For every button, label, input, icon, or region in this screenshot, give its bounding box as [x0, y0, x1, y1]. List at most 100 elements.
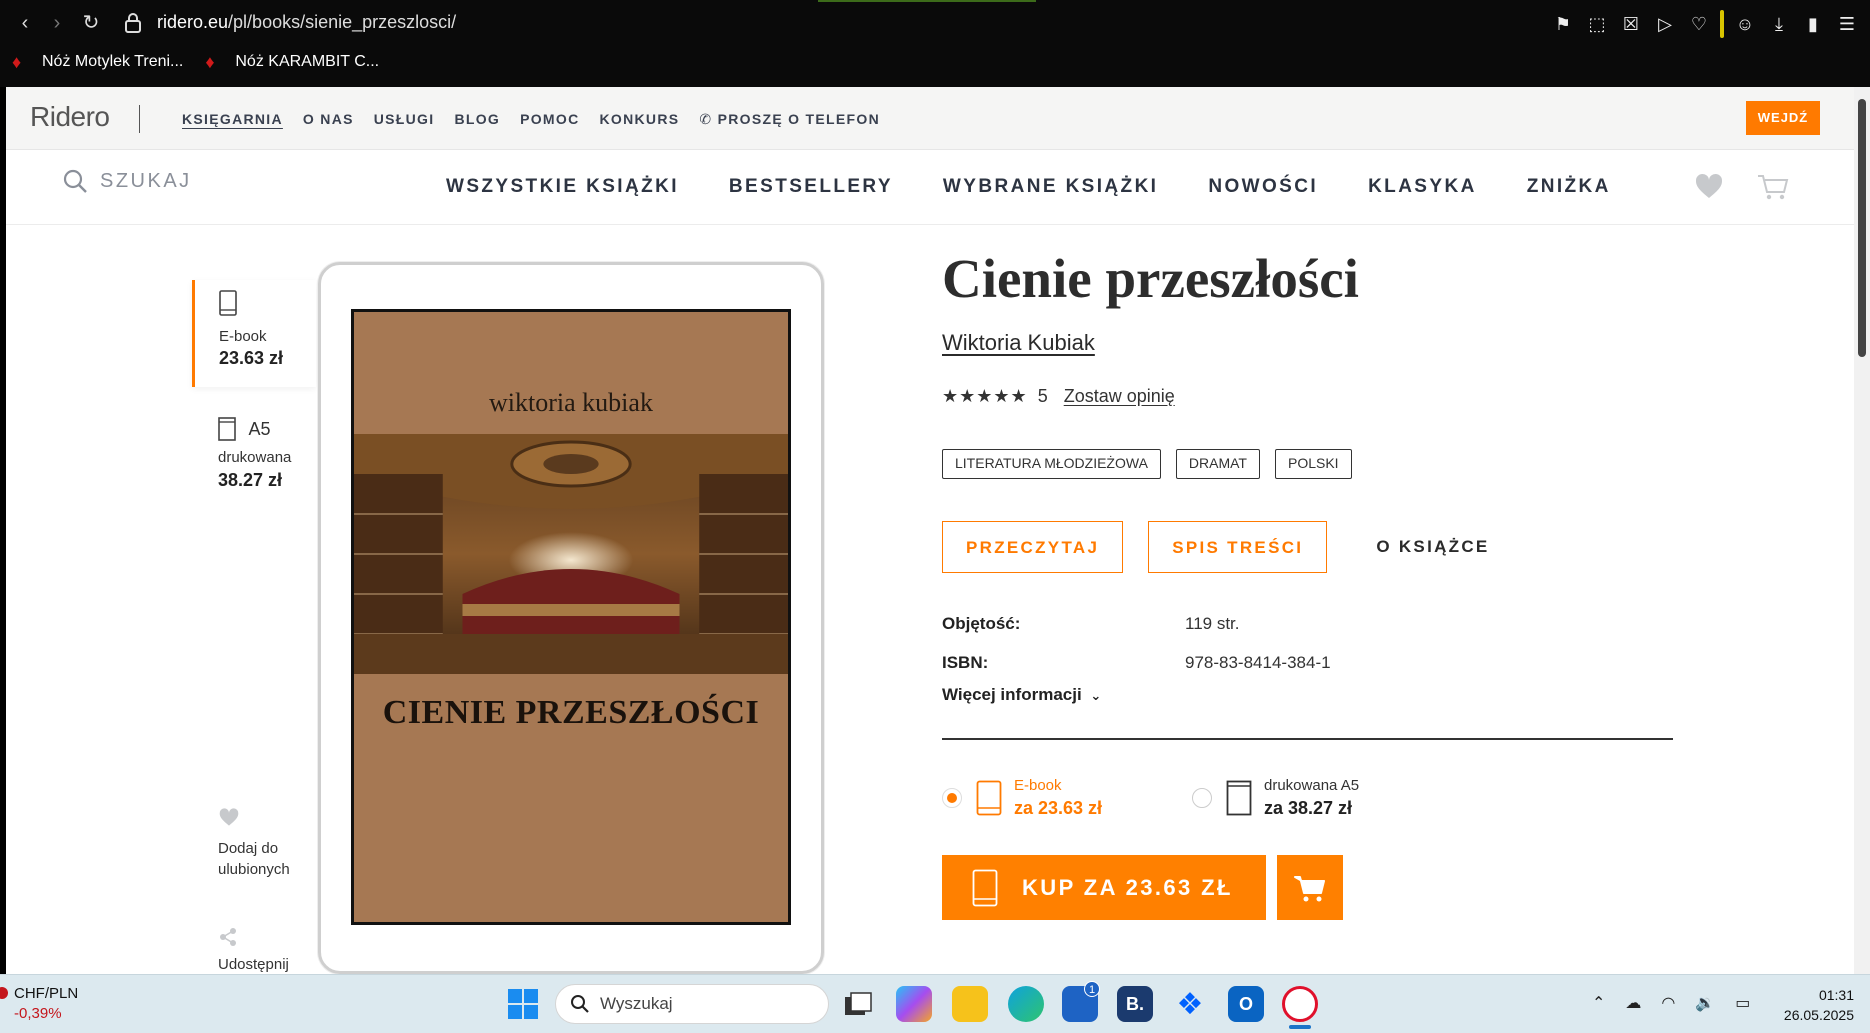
- reload-icon[interactable]: ↻: [78, 10, 104, 36]
- more-info-toggle[interactable]: Więcej informacji ⌄: [942, 685, 1101, 705]
- cat-selected[interactable]: WYBRANE KSIĄŻKI: [943, 176, 1158, 198]
- file-explorer-icon[interactable]: [952, 986, 988, 1022]
- page-scrollbar[interactable]: [1854, 87, 1870, 974]
- login-button[interactable]: WEJDŹ: [1746, 101, 1820, 135]
- lock-icon: [125, 13, 141, 33]
- book-cover[interactable]: wiktoria kubiak CIENIE PRZESZŁOŚCI: [351, 309, 791, 925]
- play-icon[interactable]: ▷: [1652, 11, 1678, 37]
- about-book-tab[interactable]: O KSIĄŻCE: [1376, 537, 1489, 557]
- adblock-icon[interactable]: ☒: [1618, 11, 1644, 37]
- cover-library-illustration: [354, 434, 788, 674]
- share-icon: [220, 928, 236, 946]
- book-author-link[interactable]: Wiktoria Kubiak: [942, 330, 1095, 356]
- system-tray: ⌃ ☁ ◠ 🔉 ▭: [1592, 993, 1750, 1013]
- windows-taskbar: CHF/PLN -0,39% Wyszukaj 1 B. ❖ O ⌃ ☁ ◠ 🔉…: [0, 974, 1870, 1033]
- tag-chip[interactable]: LITERATURA MŁODZIEŻOWA: [942, 449, 1161, 479]
- bull-logo-icon: ♦: [12, 52, 22, 72]
- topnav-services[interactable]: USŁUGI: [374, 111, 435, 128]
- search-trigger[interactable]: SZUKAJ: [62, 168, 192, 194]
- pin-icon[interactable]: ⚑: [1550, 11, 1576, 37]
- chevron-up-icon[interactable]: ⌃: [1592, 993, 1605, 1013]
- format-print-tab[interactable]: A5 drukowana 38.27 zł: [218, 417, 328, 491]
- rating-count: 5: [1037, 386, 1048, 406]
- favorites-heart-icon[interactable]: [1694, 172, 1724, 202]
- option-price: za 38.27 zł: [1264, 798, 1353, 818]
- printed-book-icon: [218, 417, 236, 441]
- book-title: Cienie przeszłości: [942, 248, 1359, 309]
- battery-icon[interactable]: ▭: [1735, 993, 1750, 1013]
- profile-icon[interactable]: ☺: [1732, 11, 1758, 37]
- search-label: SZUKAJ: [100, 169, 192, 192]
- toc-button[interactable]: SPIS TREŚCI: [1148, 521, 1328, 573]
- purchase-option-ebook[interactable]: E-book za 23.63 zł: [942, 777, 1102, 819]
- system-clock[interactable]: 01:31 26.05.2025: [1772, 985, 1854, 1025]
- radio-selected[interactable]: [942, 788, 962, 808]
- genre-tags: LITERATURA MŁODZIEŻOWA DRAMAT POLSKI: [942, 449, 1352, 479]
- heart-icon[interactable]: ♡: [1686, 11, 1712, 37]
- format-ebook-label: E-book: [219, 328, 267, 345]
- option-label: drukowana A5: [1264, 777, 1360, 794]
- onedrive-cloud-icon[interactable]: ☁: [1625, 993, 1641, 1013]
- volume-icon[interactable]: 🔉: [1695, 993, 1715, 1013]
- bookmark-item[interactable]: ♦ Nóż Motylek Treni...: [12, 52, 183, 72]
- wifi-icon[interactable]: ◠: [1661, 993, 1675, 1013]
- format-print-size: A5: [248, 418, 271, 439]
- share-button[interactable]: Udostępnij: [218, 927, 289, 973]
- radio-unselected[interactable]: [1192, 788, 1212, 808]
- forward-icon[interactable]: ›: [44, 10, 70, 36]
- topnav-blog[interactable]: BLOG: [454, 111, 500, 128]
- buy-button[interactable]: KUP ZA 23.63 ZŁ: [942, 855, 1266, 920]
- bookmarks-bar: ♦ Nóż Motylek Treni... ♦ Nóż KARAMBIT C.…: [12, 52, 379, 72]
- site-topbar: Ridero KSIĘGARNIA O NAS USŁUGI BLOG POMO…: [6, 87, 1854, 150]
- back-icon[interactable]: ‹: [12, 10, 38, 36]
- browser-chrome: ‹ › ↻ ridero.eu/pl/books/sienie_przeszlo…: [0, 0, 1870, 87]
- booking-icon[interactable]: B.: [1117, 986, 1153, 1022]
- top-navigation: KSIĘGARNIA O NAS USŁUGI BLOG POMOC KONKU…: [182, 111, 880, 128]
- leave-review-link[interactable]: Zostaw opinię: [1064, 386, 1175, 407]
- toolbar-separator: [1720, 10, 1724, 38]
- section-divider: [942, 738, 1673, 740]
- cat-new[interactable]: NOWOŚCI: [1208, 176, 1318, 198]
- topnav-help[interactable]: POMOC: [520, 111, 579, 128]
- address-bar[interactable]: ridero.eu/pl/books/sienie_przeszlosci/: [157, 12, 456, 33]
- tag-chip[interactable]: DRAMAT: [1175, 449, 1260, 479]
- snapshot-icon[interactable]: ⬚: [1584, 11, 1610, 37]
- purchase-option-print[interactable]: drukowana A5 za 38.27 zł: [1192, 777, 1359, 819]
- bull-logo-icon: ♦: [205, 52, 215, 72]
- cat-all-books[interactable]: WSZYSTKIE KSIĄŻKI: [446, 176, 679, 198]
- book-metadata: Objętość: 119 str. ISBN: 978-83-8414-384…: [942, 614, 1642, 692]
- topnav-bookstore[interactable]: KSIĘGARNIA: [182, 111, 283, 128]
- cat-classics[interactable]: KLASYKA: [1368, 176, 1477, 198]
- topnav-contest[interactable]: KONKURS: [600, 111, 680, 128]
- outlook-icon[interactable]: O: [1228, 986, 1264, 1022]
- format-ebook-tab[interactable]: E-book 23.63 zł: [192, 280, 316, 387]
- opera-browser-icon[interactable]: [1282, 986, 1318, 1022]
- menu-icon[interactable]: ☰: [1834, 11, 1860, 37]
- bookmark-item[interactable]: ♦ Nóż KARAMBIT C...: [205, 52, 379, 72]
- download-icon[interactable]: ⤓: [1766, 11, 1792, 37]
- share-label: Udostępnij: [218, 956, 289, 973]
- ticker-pair: CHF/PLN: [14, 985, 79, 1002]
- battery-icon[interactable]: ▮: [1800, 11, 1826, 37]
- add-to-cart-button[interactable]: [1277, 855, 1343, 920]
- taskbar-search[interactable]: Wyszukaj: [555, 984, 829, 1024]
- site-logo[interactable]: Ridero: [30, 101, 110, 133]
- tag-chip[interactable]: POLSKI: [1274, 449, 1352, 479]
- url-host: ridero.eu: [157, 12, 229, 32]
- chevron-down-icon: ⌄: [1090, 688, 1102, 703]
- cat-bestsellers[interactable]: BESTSELLERY: [729, 176, 893, 198]
- copilot-icon[interactable]: [896, 986, 932, 1022]
- dropbox-icon[interactable]: ❖: [1172, 986, 1208, 1022]
- windows-start-icon[interactable]: [508, 989, 538, 1019]
- topnav-callback[interactable]: ✆ PROSZĘ O TELEFON: [699, 111, 880, 128]
- task-view-icon[interactable]: [840, 986, 876, 1022]
- meta-label: ISBN:: [942, 653, 989, 672]
- topnav-about[interactable]: O NAS: [303, 111, 354, 128]
- cart-icon[interactable]: [1756, 172, 1790, 202]
- cat-discount[interactable]: ZNIŻKA: [1527, 176, 1611, 198]
- scrollbar-thumb[interactable]: [1858, 99, 1866, 357]
- read-button[interactable]: PRZECZYTAJ: [942, 521, 1124, 573]
- meta-value: 119 str.: [1185, 614, 1240, 633]
- edge-browser-icon[interactable]: [1008, 986, 1044, 1022]
- add-to-favorites[interactable]: Dodaj do ulubionych: [218, 807, 308, 880]
